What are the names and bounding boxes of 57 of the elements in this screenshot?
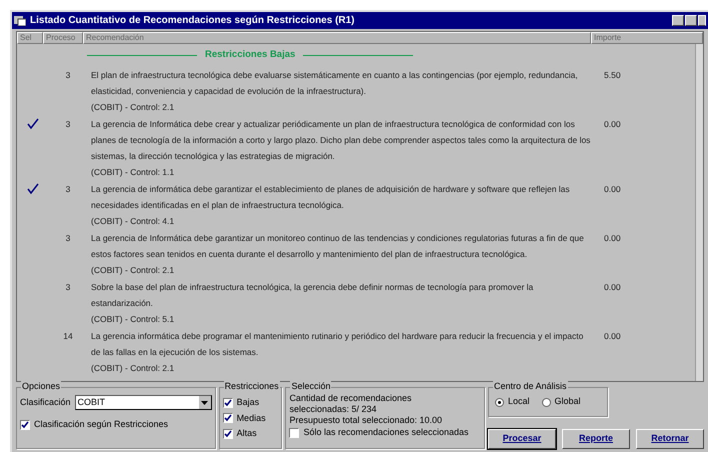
group-title: Selección: [290, 381, 332, 392]
recommendation-text: La gerencia de Informática debe garantizar un monitoreo continuo de las tendencias y condiciones regulatorias futuras a fin de que estos factores sean tenidos en cuenta durante el desarrollo y mantenimiento del plan de infraestructura tecnológica.: [91, 232, 585, 261]
control-reference: (COBIT) - Control: 4.1: [91, 215, 174, 228]
group-heading: Restricciones Bajas: [205, 48, 296, 62]
radio-button[interactable]: [495, 398, 504, 406]
process-number: 14: [62, 330, 74, 343]
process-number: 3: [64, 232, 72, 245]
amount: 5.50: [603, 69, 621, 82]
process-number: 3: [64, 69, 72, 82]
checkbox[interactable]: [222, 428, 233, 439]
amount: 0.00: [603, 232, 621, 245]
group-title: Opciones: [21, 381, 62, 392]
recommendation-text: El plan de infraestructura tecnológica debe evaluarse sistemáticamente en cuanto a las contingencias (por ejemplo, redundancia, elasticidad, conveniencia y capacidad de evolución de la infraestructura).: [91, 69, 579, 98]
amount: 0.00: [603, 118, 621, 131]
group-title: Centro de Análisis: [493, 381, 568, 392]
checkbox-label: Medias: [236, 412, 266, 424]
checkbox-label: Clasificación según Restricciones: [34, 418, 168, 431]
radio-label: Local: [508, 395, 530, 408]
checkbox[interactable]: [222, 413, 233, 424]
radio-label: Global: [554, 395, 581, 408]
scrollbar[interactable]: [695, 44, 703, 381]
classification-dropdown[interactable]: COBIT: [74, 395, 212, 410]
amount: 0.00: [603, 330, 621, 343]
amount: 0.00: [603, 183, 621, 196]
app-icon: [14, 15, 26, 26]
process-number: 3: [64, 183, 72, 196]
checkbox[interactable]: [289, 428, 300, 438]
radio-button[interactable]: [542, 398, 551, 406]
minimize-button[interactable]: [672, 15, 684, 26]
selection-info: Presupuesto total seleccionado: 10.00: [289, 415, 444, 426]
action-button[interactable]: Retornar: [636, 429, 704, 449]
checkbox[interactable]: [222, 398, 233, 408]
window-title: Listado Cuantitativo de Recomendaciones según Restricciones (R1): [30, 14, 355, 28]
recommendation-text: La gerencia de informática debe garantizar el establecimiento de planes de adquisición de hardware y software que reflejen las necesidades identificadas en el plan de infraestructura tecnológica.: [91, 183, 571, 212]
action-button[interactable]: Reporte: [562, 429, 630, 449]
checkbox-label: Bajas: [236, 396, 260, 409]
group-title: Restricciones: [224, 381, 280, 392]
selection-info: seleccionadas: 5/ 234: [289, 404, 378, 415]
control-reference: (COBIT) - Control: 5.1: [91, 313, 174, 326]
checkbox[interactable]: [20, 420, 30, 430]
action-button[interactable]: Procesar: [488, 429, 556, 449]
amount: 0.00: [603, 281, 621, 294]
selection-info: Cantidad de recomendaciones: [289, 393, 413, 404]
control-reference: (COBIT) - Control: 1.1: [91, 166, 174, 179]
process-number: 3: [64, 118, 72, 131]
close-button[interactable]: [698, 15, 706, 26]
checkbox-label: Sólo las recomendaciones seleccionadas: [303, 426, 469, 439]
control-reference: (COBIT) - Control: 2.1: [91, 264, 174, 277]
maximize-button[interactable]: [685, 15, 697, 26]
control-reference: (COBIT) - Control: 2.1: [91, 101, 174, 114]
checkbox-label: Altas: [236, 427, 257, 440]
recommendation-text: La gerencia de Informática debe crear y actualizar periódicamente un plan de infraestructura tecnológica de conformidad con los planes de tecnología de la información a corto y largo plazo. Dicho plan debe comprender aspectos tales como la arquitectura de los sistemas, la dirección tecnológica y las estrategias de migración.: [91, 118, 592, 163]
control-reference: (COBIT) - Control: 2.1: [91, 362, 174, 375]
field-label: Clasificación: [20, 396, 71, 409]
recommendation-text: Sobre la base del plan de infraestructura tecnológica, la gerencia debe definir normas de tecnología para promover la estandarización.: [91, 281, 534, 310]
recommendation-text: La gerencia informática debe programar el mantenimiento rutinario y periódico del hardware para reducir la frecuencia y el impacto de las fallas en la ejecución de los sistemas.: [91, 330, 584, 359]
process-number: 3: [64, 281, 72, 294]
